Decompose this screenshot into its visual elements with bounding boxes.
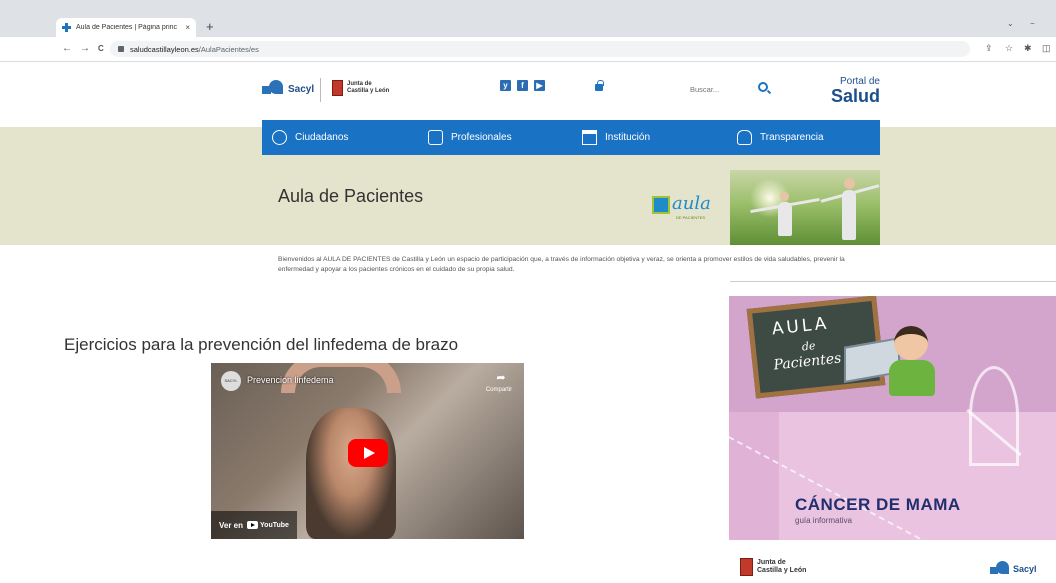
main-nav: Ciudadanos Profesionales Institución Tra… (262, 120, 880, 155)
jcyl-shield-icon (332, 80, 343, 96)
tab-close-icon[interactable]: × (185, 23, 190, 32)
url-host: saludcastillayleon.es (130, 44, 199, 54)
promo-headline: CÁNCER DE MAMA (795, 495, 961, 514)
banner-photo (730, 170, 880, 245)
jcyl-text: Junta de Castilla y León (347, 81, 390, 94)
play-button[interactable] (348, 439, 388, 467)
channel-avatar[interactable]: SACYL (221, 371, 241, 391)
intro-text: Bienvenidos al AULA DE PACIENTES de Cast… (278, 256, 845, 273)
aula-logo-text: aula (672, 193, 711, 214)
sacyl-label: Sacyl (288, 83, 315, 95)
browser-tab[interactable]: Aula de Pacientes | Página princ × (56, 18, 196, 37)
lock-icon (118, 46, 124, 52)
new-tab-button[interactable]: + (206, 19, 214, 34)
sacyl-mark-icon (262, 80, 284, 98)
student-illustration (894, 326, 928, 360)
footer-jcyl-logo[interactable]: Junta de Castilla y León (740, 558, 806, 576)
aula-logo: aula DE PACIENTES (652, 193, 720, 223)
aula-logo-box (652, 196, 670, 214)
nav-item-ciudadanos[interactable]: Ciudadanos (272, 120, 348, 155)
portal-salud-logo[interactable]: Portal de Salud (826, 77, 880, 106)
login-lock-icon[interactable] (595, 80, 604, 91)
nav-label: Institución (605, 132, 651, 143)
search-icon[interactable] (758, 82, 768, 92)
search-input[interactable] (690, 82, 740, 96)
jcyl-shield-icon (740, 558, 753, 576)
footer-sacyl-logo[interactable]: Sacyl (990, 561, 1037, 577)
nav-item-transparencia[interactable]: Transparencia (737, 120, 824, 155)
nav-label: Ciudadanos (295, 132, 349, 143)
nav-label: Profesionales (451, 132, 512, 143)
building-icon (582, 130, 597, 145)
youtube-icon[interactable]: ▶ (534, 80, 545, 91)
url-field[interactable]: saludcastillayleon.es/AulaPacientes/es (110, 41, 970, 57)
tab-search-icon[interactable]: ⌄ (1007, 19, 1014, 28)
reload-button[interactable]: C (98, 44, 104, 53)
youtube-logo-icon: YouTube (247, 521, 289, 529)
twitter-icon[interactable]: y (500, 80, 511, 91)
browser-tab-bar: Aula de Pacientes | Página princ × + ⌄ − (0, 0, 1056, 37)
share-icon[interactable]: ⇪ (985, 43, 993, 54)
share-icon[interactable]: ➦ (487, 371, 515, 384)
video-section-title: Ejercicios para la prevención del linfed… (64, 335, 459, 354)
sacyl-mark-icon (990, 561, 1010, 577)
breast-cancer-promo[interactable]: AULA de Pacientes CÁNCER DE MAMA guía in… (729, 296, 1056, 540)
url-path: /AulaPacientes/es (198, 44, 259, 54)
sacyl-logo[interactable]: Sacyl (262, 80, 314, 98)
side-panel-icon[interactable]: ◫ (1042, 43, 1051, 54)
watch-on-youtube[interactable]: Ver en YouTube (211, 511, 297, 539)
share-label[interactable]: Compartir (477, 387, 521, 393)
minimize-icon[interactable]: − (1030, 19, 1035, 28)
facebook-icon[interactable]: f (517, 80, 528, 91)
nav-label: Transparencia (760, 132, 824, 143)
video-title[interactable]: Prevencion linfedema (247, 375, 334, 385)
youtube-embed[interactable]: SACYL Prevencion linfedema ➦ Compartir V… (211, 363, 524, 539)
favicon-icon (62, 23, 71, 32)
tab-title: Aula de Pacientes | Página princ (76, 24, 178, 31)
forward-button[interactable]: → (80, 43, 90, 54)
nav-item-institucion[interactable]: Institución (582, 120, 650, 155)
aula-logo-sub: DE PACIENTES (676, 215, 706, 220)
social-links: y f ▶ (500, 80, 545, 91)
back-button[interactable]: ← (62, 43, 72, 54)
nav-item-profesionales[interactable]: Profesionales (428, 120, 512, 155)
professionals-icon (428, 130, 443, 145)
sidebar-divider (730, 281, 1056, 282)
bookmark-star-icon[interactable]: ☆ (1005, 43, 1013, 54)
page-title: Aula de Pacientes (278, 186, 424, 206)
portal-line2: Salud (830, 86, 880, 106)
users-icon (272, 130, 287, 145)
extensions-icon[interactable]: ✱ (1024, 43, 1032, 54)
promo-subline: guía informativa (795, 516, 852, 525)
hand-icon (737, 130, 752, 145)
jcyl-logo[interactable]: Junta de Castilla y León (332, 80, 389, 96)
header-divider (320, 78, 321, 102)
